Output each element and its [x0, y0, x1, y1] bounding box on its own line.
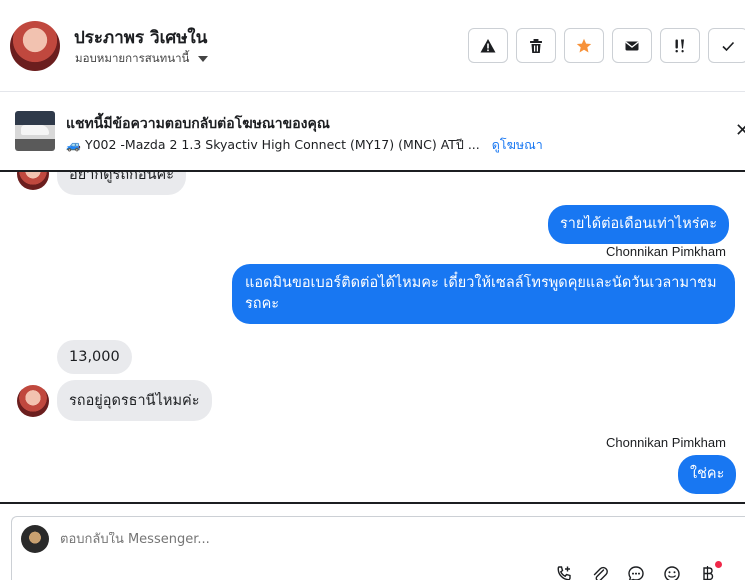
mark-spam-button[interactable] — [468, 28, 508, 63]
smiley-icon — [664, 566, 680, 580]
contact-avatar-small — [17, 172, 49, 190]
contact-avatar[interactable] — [10, 21, 60, 71]
mark-done-button[interactable] — [708, 28, 745, 63]
outgoing-message[interactable]: แอดมินขอเบอร์ติดต่อได้ไหมคะ เดี๋ยวให้เซล… — [232, 264, 735, 324]
mark-unread-button[interactable] — [612, 28, 652, 63]
contact-name[interactable]: ประภาพร วิเศษใน — [74, 24, 207, 51]
mail-icon — [625, 41, 639, 50]
emoji-button[interactable] — [663, 565, 681, 580]
contact-avatar-small — [17, 385, 49, 417]
reply-input[interactable] — [60, 532, 560, 547]
close-icon[interactable]: ✕ — [735, 120, 745, 141]
car-icon: 🚙 — [66, 138, 81, 152]
notification-dot — [715, 561, 722, 568]
payment-button[interactable] — [699, 561, 722, 580]
outgoing-message[interactable]: ใช่คะ — [678, 455, 737, 494]
ad-reply-banner: แชทนี้มีข้อความตอบกลับต่อโฆษณาของคุณ 🚙 Y… — [0, 92, 745, 172]
message-thread[interactable]: อยากดูรถก่อนค่ะ รายได้ต่อเดือนเท่าไหร่คะ… — [0, 172, 745, 504]
composer-tools — [555, 561, 722, 580]
saved-replies-button[interactable] — [627, 565, 645, 580]
star-icon — [576, 38, 592, 52]
conversation-header: ประภาพร วิเศษใน มอบหมายการสนทนานี้ — [0, 0, 745, 92]
ad-banner-title: แชทนี้มีข้อความตอบกลับต่อโฆษณาของคุณ — [66, 116, 330, 132]
reply-composer — [11, 516, 745, 580]
chat-bubble-dots-icon — [628, 566, 644, 580]
ad-name: Y002 -Mazda 2 1.3 Skyactiv High Connect … — [84, 137, 480, 152]
sender-name: Chonnikan Pimkham — [606, 244, 726, 259]
ad-thumbnail[interactable] — [15, 111, 55, 151]
caret-down-icon — [198, 56, 209, 62]
incoming-message[interactable]: รถอยู่อุดรธานีไหมค่ะ — [57, 380, 212, 421]
header-actions — [468, 28, 745, 63]
delete-button[interactable] — [516, 28, 556, 63]
ad-banner-subtitle: 🚙 Y002 -Mazda 2 1.3 Skyactiv High Connec… — [66, 135, 543, 155]
incoming-message[interactable]: อยากดูรถก่อนค่ะ — [57, 172, 186, 195]
call-button[interactable] — [555, 565, 573, 580]
view-ad-link[interactable]: ดูโฆษณา — [492, 135, 543, 155]
warning-icon — [480, 38, 496, 52]
outgoing-message[interactable]: รายได้ต่อเดือนเท่าไหร่คะ — [548, 205, 730, 244]
page-avatar — [21, 525, 49, 553]
attach-button[interactable] — [591, 565, 609, 580]
baht-icon — [703, 566, 714, 580]
phone-plus-icon — [557, 566, 571, 580]
assign-conversation-dropdown[interactable]: มอบหมายการสนทนานี้ — [75, 50, 209, 68]
check-icon — [722, 41, 735, 51]
paperclip-icon — [593, 566, 608, 580]
assign-label: มอบหมายการสนทนานี้ — [75, 51, 190, 65]
trash-icon — [530, 38, 542, 53]
incoming-message[interactable]: 13,000 — [57, 340, 132, 374]
mark-important-button[interactable] — [660, 28, 700, 63]
star-button[interactable] — [564, 28, 604, 63]
important-icon — [675, 39, 684, 52]
sender-name: Chonnikan Pimkham — [606, 435, 726, 450]
